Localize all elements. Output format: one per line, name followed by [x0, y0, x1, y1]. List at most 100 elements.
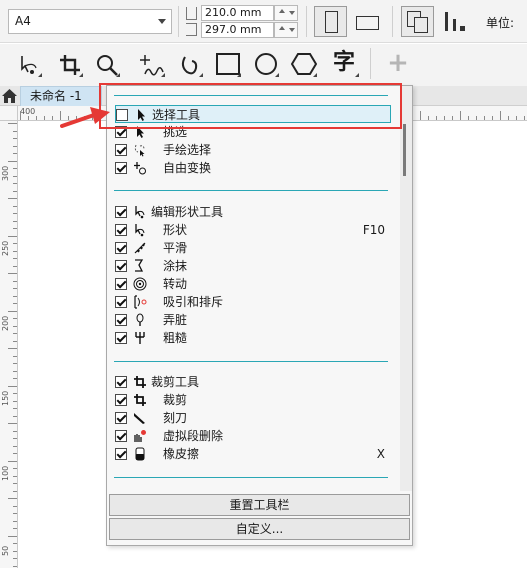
ruler-tick [13, 325, 17, 327]
menu-item-attract-repel[interactable]: 吸引和排斥 [115, 293, 391, 311]
current-page-button[interactable] [438, 6, 471, 37]
menu-item-smooth[interactable]: 平滑 [115, 239, 391, 257]
ruler-tick [8, 535, 17, 537]
ellipse-tool-button[interactable] [251, 50, 281, 80]
checkbox[interactable] [115, 206, 127, 218]
menu-scrollbar[interactable] [400, 86, 412, 491]
menu-item-label: 虚拟段删除 [163, 429, 224, 443]
spin-up-icon [279, 26, 285, 30]
ruler-origin[interactable] [0, 106, 18, 121]
menu-item-eraser[interactable]: 橡皮擦 X [115, 445, 391, 463]
checkbox[interactable] [115, 278, 127, 290]
menu-separator [114, 190, 388, 191]
freehand-tool-button[interactable] [137, 50, 167, 80]
checkbox[interactable] [115, 242, 127, 254]
flyout-arrow-icon [237, 73, 241, 77]
menu-separator [114, 477, 388, 478]
rectangle-tool-button[interactable] [213, 50, 243, 80]
menu-item-smudge[interactable]: 弄脏 [115, 311, 391, 329]
menu-item-roughen[interactable]: 粗糙 [115, 329, 391, 347]
ruler-tick [13, 520, 17, 522]
freehand-pick-icon [134, 144, 145, 157]
menu-item-crop-tool-group[interactable]: 裁剪工具 [115, 373, 391, 391]
ruler-tick [13, 265, 17, 267]
checkbox[interactable] [115, 144, 127, 156]
landscape-button[interactable] [350, 6, 383, 37]
page-width-spinner[interactable] [274, 5, 298, 21]
checkbox[interactable] [115, 332, 127, 344]
vertical-ruler[interactable]: 300 250 200 150 100 50 [0, 121, 18, 568]
flyout-arrow-icon [38, 73, 42, 77]
ruler-tick [13, 468, 17, 469]
menu-item-shape[interactable]: 形状 F10 [115, 221, 391, 239]
twirl-icon [133, 277, 147, 291]
flyout-arrow-icon [275, 73, 279, 77]
home-button[interactable] [1, 87, 18, 104]
scrollbar-thumb[interactable] [403, 124, 406, 176]
menu-item-twirl[interactable]: 转动 [115, 275, 391, 293]
ruler-tick [13, 513, 17, 514]
artistic-media-tool-button[interactable] [175, 50, 205, 80]
toolbox-row: 字 + [0, 44, 527, 86]
quick-customize-button[interactable]: + [386, 50, 410, 78]
page-height-input[interactable]: 297.0 mm [201, 22, 274, 38]
ruler-tick [13, 528, 17, 529]
checkbox[interactable] [115, 412, 127, 424]
page-width-input[interactable]: 210.0 mm [201, 5, 274, 21]
polygon-tool-button[interactable] [289, 50, 319, 80]
text-tool-button[interactable]: 字 [331, 50, 361, 80]
checkbox[interactable] [115, 224, 127, 236]
ruler-tick [468, 116, 469, 120]
menu-item-knife[interactable]: 刻刀 [115, 409, 391, 427]
reset-toolbar-button[interactable]: 重置工具栏 [109, 494, 410, 516]
ruler-tick [13, 438, 17, 439]
ruler-tick [13, 415, 17, 417]
page-size-select[interactable]: A4 [8, 9, 172, 34]
ruler-tick [13, 565, 17, 567]
menu-item-virtual-segment-delete[interactable]: 虚拟段删除 [115, 427, 391, 445]
checkbox[interactable] [115, 314, 127, 326]
zoom-tool-button[interactable] [92, 50, 122, 80]
checkbox[interactable] [115, 430, 127, 442]
knife-icon [134, 413, 145, 424]
ruler-tick [8, 160, 17, 162]
flyout-arrow-icon [199, 73, 203, 77]
checkbox[interactable] [115, 260, 127, 272]
menu-item-shape-edit-group[interactable]: 编辑形状工具 [115, 203, 391, 221]
width-icon [186, 7, 197, 20]
menu-item-label: 橡皮擦 [163, 447, 200, 461]
all-pages-button[interactable] [401, 6, 434, 37]
document-tab[interactable]: 未命名 -1 [20, 86, 102, 106]
ruler-tick [36, 116, 37, 120]
ruler-tick [8, 423, 17, 424]
portrait-icon [325, 11, 338, 33]
ruler-tick [13, 183, 17, 184]
crop-tool-button[interactable] [55, 50, 85, 80]
checkbox[interactable] [115, 394, 127, 406]
menu-item-freehand-pick[interactable]: 手绘选择 [115, 141, 391, 159]
flyout-arrow-icon [161, 73, 165, 77]
ruler-label: 100 [1, 465, 10, 481]
smudge-icon [136, 313, 144, 326]
ruler-tick [13, 295, 17, 297]
checkbox[interactable] [115, 448, 127, 460]
menu-item-crop[interactable]: 裁剪 [115, 391, 391, 409]
toolbox-customize-menu: 选择工具 挑选 手绘选择 自由变换 编辑形状工具 形状 F10 平滑 涂抹 转动… [106, 85, 413, 546]
checkbox[interactable] [115, 376, 127, 388]
portrait-button[interactable] [314, 6, 347, 37]
menu-item-free-transform[interactable]: 自由变换 [115, 159, 391, 177]
shape-edit-tool-button[interactable] [14, 50, 44, 80]
menu-item-smear[interactable]: 涂抹 [115, 257, 391, 275]
menu-separator [114, 361, 388, 362]
ruler-tick [13, 340, 17, 342]
crop-tool-icon [134, 376, 146, 388]
checkbox[interactable] [115, 296, 127, 308]
checkbox[interactable] [115, 162, 127, 174]
customize-button[interactable]: 自定义... [109, 518, 410, 540]
page-size-value: A4 [15, 14, 31, 28]
menu-item-label: 弄脏 [163, 313, 188, 327]
page-height-spinner[interactable] [274, 22, 298, 38]
ruler-tick [13, 243, 17, 244]
ruler-tick [13, 303, 17, 304]
flyout-arrow-icon [313, 73, 317, 77]
